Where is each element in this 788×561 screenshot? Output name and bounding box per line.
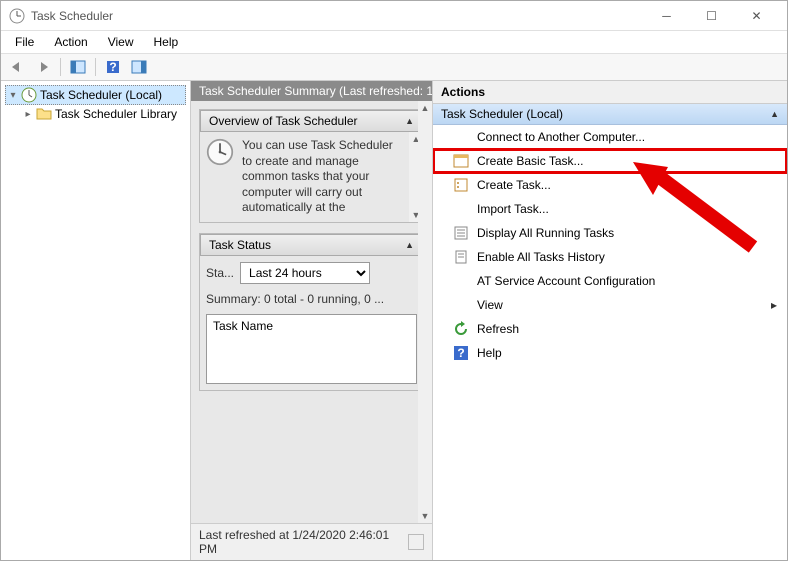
svg-text:?: ? bbox=[109, 60, 116, 74]
action-item-connect-to-another-computer[interactable]: Connect to Another Computer... bbox=[433, 125, 787, 149]
tree-root-label: Task Scheduler (Local) bbox=[40, 88, 162, 102]
status-period-select[interactable]: Last 24 hours bbox=[240, 262, 370, 284]
toolbar-separator bbox=[95, 58, 96, 76]
folder-icon bbox=[36, 106, 52, 122]
action-item-create-task[interactable]: Create Task... bbox=[433, 173, 787, 197]
blank-icon bbox=[453, 129, 469, 145]
action-label: Connect to Another Computer... bbox=[477, 130, 645, 144]
expand-icon[interactable]: ▾ bbox=[8, 90, 18, 101]
actions-section-label: Task Scheduler (Local) bbox=[441, 107, 563, 121]
menu-file[interactable]: File bbox=[5, 33, 44, 51]
blank-icon bbox=[453, 273, 469, 289]
tree-library[interactable]: ▸ Task Scheduler Library bbox=[5, 105, 186, 123]
main-body: ▾ Task Scheduler (Local) ▸ Task Schedule… bbox=[1, 81, 787, 560]
summary-scrollbar[interactable]: ▲▼ bbox=[418, 101, 432, 523]
status-label: Sta... bbox=[206, 266, 234, 280]
menu-view[interactable]: View bbox=[98, 33, 144, 51]
titlebar: Task Scheduler ─ ☐ ✕ bbox=[1, 1, 787, 31]
action-label: Create Basic Task... bbox=[477, 154, 584, 168]
blank-icon bbox=[453, 297, 469, 313]
menu-help[interactable]: Help bbox=[144, 33, 189, 51]
toolbar-separator bbox=[60, 58, 61, 76]
app-icon bbox=[9, 8, 25, 24]
summary-line: Summary: 0 total - 0 running, 0 ... bbox=[206, 292, 417, 306]
overview-title: Overview of Task Scheduler bbox=[209, 114, 358, 128]
summary-content: Overview of Task Scheduler ▲ You can use… bbox=[191, 101, 432, 523]
action-label: Refresh bbox=[477, 322, 519, 336]
help-icon: ? bbox=[453, 345, 469, 361]
overview-panel: Overview of Task Scheduler ▲ You can use… bbox=[199, 109, 424, 223]
basic-icon bbox=[453, 153, 469, 169]
task-name-list[interactable]: Task Name bbox=[206, 314, 417, 384]
show-action-pane-button[interactable] bbox=[127, 56, 151, 78]
collapse-icon[interactable]: ▲ bbox=[405, 116, 414, 126]
tree-pane: ▾ Task Scheduler (Local) ▸ Task Schedule… bbox=[1, 81, 191, 560]
window-buttons: ─ ☐ ✕ bbox=[644, 2, 779, 30]
refresh-icon[interactable] bbox=[408, 534, 424, 550]
toolbar: ? bbox=[1, 53, 787, 81]
action-item-enable-all-tasks-history[interactable]: Enable All Tasks History bbox=[433, 245, 787, 269]
action-label: Create Task... bbox=[477, 178, 551, 192]
task-name-header: Task Name bbox=[213, 319, 273, 333]
forward-button[interactable] bbox=[31, 56, 55, 78]
clock-icon bbox=[206, 138, 234, 166]
maximize-button[interactable]: ☐ bbox=[689, 2, 734, 30]
minimize-button[interactable]: ─ bbox=[644, 2, 689, 30]
action-label: Import Task... bbox=[477, 202, 549, 216]
action-label: Enable All Tasks History bbox=[477, 250, 605, 264]
back-button[interactable] bbox=[5, 56, 29, 78]
action-label: Help bbox=[477, 346, 502, 360]
overview-header[interactable]: Overview of Task Scheduler ▲ bbox=[200, 110, 423, 132]
action-item-create-basic-task[interactable]: Create Basic Task... bbox=[433, 149, 787, 173]
last-refreshed-label: Last refreshed at 1/24/2020 2:46:01 PM bbox=[199, 528, 408, 556]
action-item-import-task[interactable]: Import Task... bbox=[433, 197, 787, 221]
action-label: Display All Running Tasks bbox=[477, 226, 614, 240]
submenu-arrow-icon: ▸ bbox=[771, 298, 777, 312]
actions-title: Actions bbox=[433, 81, 787, 104]
tree-library-label: Task Scheduler Library bbox=[55, 107, 177, 121]
action-label: View bbox=[477, 298, 503, 312]
task-scheduler-window: Task Scheduler ─ ☐ ✕ File Action View He… bbox=[0, 0, 788, 561]
summary-header: Task Scheduler Summary (Last refreshed: … bbox=[191, 81, 432, 101]
running-icon bbox=[453, 225, 469, 241]
summary-footer: Last refreshed at 1/24/2020 2:46:01 PM bbox=[191, 523, 432, 560]
menu-action[interactable]: Action bbox=[44, 33, 97, 51]
action-item-display-all-running-tasks[interactable]: Display All Running Tasks bbox=[433, 221, 787, 245]
refresh-icon bbox=[453, 321, 469, 337]
actions-list: Connect to Another Computer... Create Bas… bbox=[433, 125, 787, 560]
close-button[interactable]: ✕ bbox=[734, 2, 779, 30]
action-item-help[interactable]: ? Help bbox=[433, 341, 787, 365]
expand-icon[interactable]: ▸ bbox=[23, 109, 33, 120]
task-status-title: Task Status bbox=[209, 238, 271, 252]
task-status-header[interactable]: Task Status ▲ bbox=[200, 234, 423, 256]
actions-pane: Actions Task Scheduler (Local) ▲ Connect… bbox=[432, 81, 787, 560]
show-hide-tree-button[interactable] bbox=[66, 56, 90, 78]
collapse-icon[interactable]: ▲ bbox=[405, 240, 414, 250]
task-status-panel: Task Status ▲ Sta... Last 24 hours Summa… bbox=[199, 233, 424, 391]
history-icon bbox=[453, 249, 469, 265]
svg-text:?: ? bbox=[457, 346, 464, 360]
blank-icon bbox=[453, 201, 469, 217]
window-title: Task Scheduler bbox=[31, 9, 644, 23]
action-item-view[interactable]: View ▸ bbox=[433, 293, 787, 317]
summary-pane: Task Scheduler Summary (Last refreshed: … bbox=[191, 81, 432, 560]
menubar: File Action View Help bbox=[1, 31, 787, 53]
action-item-refresh[interactable]: Refresh bbox=[433, 317, 787, 341]
tree-root[interactable]: ▾ Task Scheduler (Local) bbox=[5, 85, 186, 105]
help-button[interactable]: ? bbox=[101, 56, 125, 78]
actions-section-header[interactable]: Task Scheduler (Local) ▲ bbox=[433, 104, 787, 125]
action-item-at-service-account-configuration[interactable]: AT Service Account Configuration bbox=[433, 269, 787, 293]
overview-text: You can use Task Scheduler to create and… bbox=[242, 138, 405, 216]
task-icon bbox=[453, 177, 469, 193]
action-label: AT Service Account Configuration bbox=[477, 274, 655, 288]
collapse-icon[interactable]: ▲ bbox=[770, 109, 779, 119]
clock-icon bbox=[21, 87, 37, 103]
